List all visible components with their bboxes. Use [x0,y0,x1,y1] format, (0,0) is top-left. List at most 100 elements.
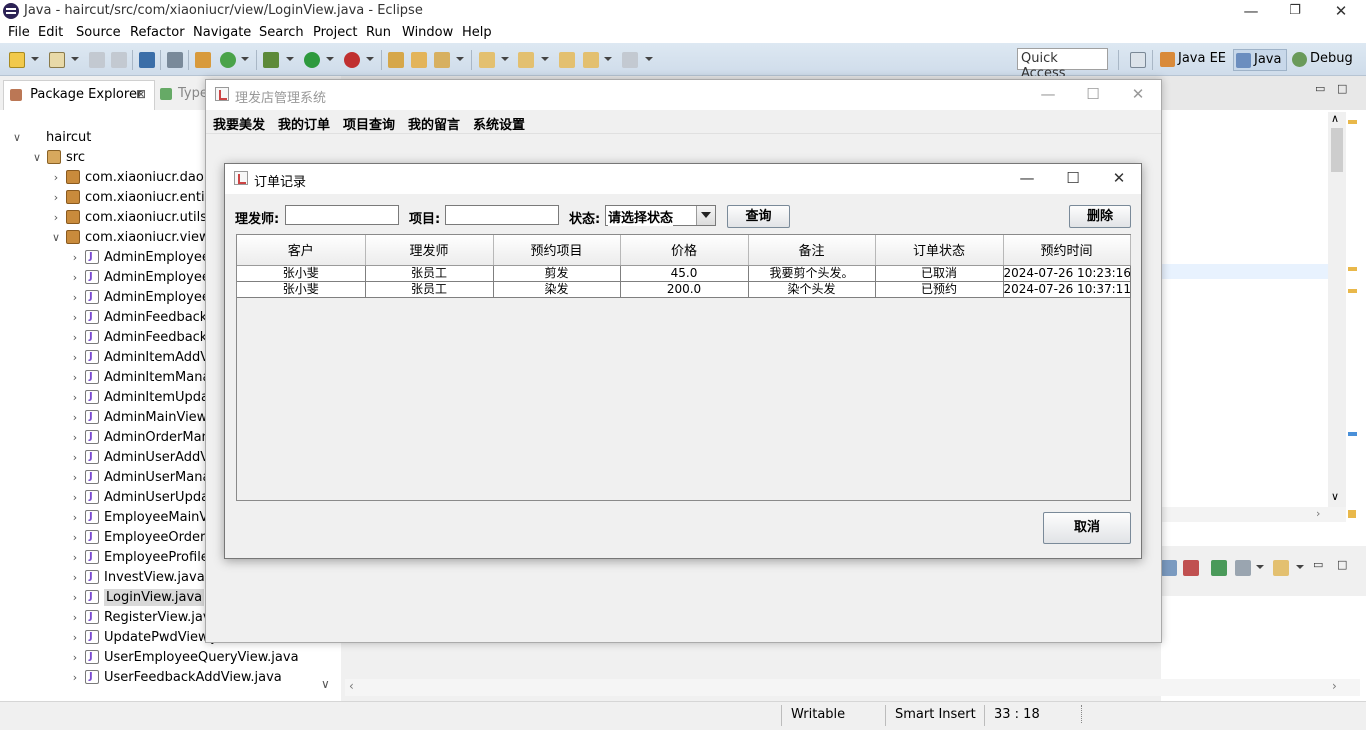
editor-scroll-thumb[interactable] [1331,128,1343,172]
status-select[interactable]: 请选择状态 [605,205,716,226]
dialog-close-button[interactable]: ✕ [1096,167,1142,190]
query-button[interactable]: 查询 [727,205,790,228]
minimize-button[interactable]: — [1228,0,1274,23]
collapsed-twisty-icon[interactable]: › [68,388,82,408]
new-project-dropdown-icon[interactable] [71,57,79,61]
collapsed-twisty-icon[interactable]: › [68,628,82,648]
save-all-icon[interactable] [111,52,127,68]
tree-item[interactable]: ∨ haircut [10,128,91,148]
refresh-dropdown-icon[interactable] [241,57,249,61]
collapsed-twisty-icon[interactable]: › [68,588,82,608]
cancel-button[interactable]: 取消 [1043,512,1131,544]
tree-item[interactable]: ∨ src [30,148,85,168]
menu-my-orders[interactable]: 我的订单 [278,114,330,133]
tree-item[interactable]: › UserEmployeeQueryView.java [68,647,299,668]
table-row[interactable]: 张小斐 张员工 染发 200.0 染个头发 已预约 2024-07-26 10:… [237,281,1131,298]
perspective-debug[interactable]: Debug [1290,49,1356,71]
display-console-dropdown-icon[interactable] [1256,565,1264,569]
tab-close-icon[interactable]: ⊠ [136,87,146,101]
cell-order-status[interactable]: 已取消 [875,265,1004,282]
warning-marker[interactable] [1348,289,1357,293]
editor-horizontal-scrollbar[interactable]: › [1161,507,1346,522]
expanded-twisty-icon[interactable]: ∨ [49,228,63,248]
tree-item[interactable]: › RegisterView.java [68,607,219,628]
barber-input[interactable] [285,205,399,225]
table-row[interactable]: 张小斐 张员工 剪发 45.0 我要剪个头发。 已取消 2024-07-26 1… [237,265,1131,282]
collapsed-twisty-icon[interactable]: › [68,308,82,328]
tree-item[interactable]: › EmployeeOrderM [68,527,217,548]
panel-maximize-icon[interactable]: □ [1337,558,1347,571]
open-type-icon[interactable] [388,52,404,68]
scroll-down-icon[interactable]: ∨ [321,677,330,691]
new-dropdown-icon[interactable] [31,57,39,61]
back-dropdown-icon[interactable] [604,57,612,61]
menu-navigate[interactable]: Navigate [193,25,251,40]
tree-item[interactable]: › AdminUserAddVi [68,447,213,468]
editor-maximize-icon[interactable]: □ [1337,82,1347,95]
scroll-right-icon[interactable]: › [1316,507,1320,520]
tree-item[interactable]: › AdminEmployeeU [68,287,220,308]
tab-type-hierarchy[interactable]: Type [160,86,208,101]
external-tools-icon[interactable] [344,52,360,68]
collapsed-twisty-icon[interactable]: › [68,428,82,448]
perspective-java-ee[interactable]: Java EE [1158,49,1230,71]
cell-price[interactable]: 45.0 [620,265,749,282]
column-header-appointment-time[interactable]: 预约时间 [1003,235,1131,266]
forward-icon[interactable] [622,52,638,68]
collapsed-twisty-icon[interactable]: › [68,248,82,268]
tree-item[interactable]: › AdminItemUpdat [68,387,214,408]
scroll-left-icon[interactable]: ‹ [349,679,354,693]
tab-package-explorer[interactable]: Package Explorer ⊠ [3,80,155,110]
scroll-down-icon[interactable]: ∨ [1331,490,1339,503]
tree-item[interactable]: › com.xiaoniucr.dao [49,168,204,188]
warning-marker[interactable] [1348,267,1357,271]
collapsed-twisty-icon[interactable]: › [68,548,82,568]
collapsed-twisty-icon[interactable]: › [68,368,82,388]
panel-minimize-icon[interactable]: ▭ [1313,558,1323,571]
collapsed-twisty-icon[interactable]: › [68,528,82,548]
column-header-item[interactable]: 预约项目 [493,235,621,266]
main-close-button[interactable]: ✕ [1115,83,1161,106]
debug-icon[interactable] [263,52,279,68]
panel-tool-icon[interactable] [1161,560,1177,576]
tree-item[interactable]: › AdminFeedbackM [68,307,219,328]
menu-source[interactable]: Source [76,25,121,40]
chevron-down-icon[interactable] [696,206,715,225]
collapsed-twisty-icon[interactable]: › [68,328,82,348]
column-header-customer[interactable]: 客户 [237,235,366,266]
menu-item-query[interactable]: 项目查询 [343,114,395,133]
menu-edit[interactable]: Edit [38,25,63,40]
refresh-icon[interactable] [220,52,236,68]
menu-run[interactable]: Run [366,25,391,40]
menu-refactor[interactable]: Refactor [130,25,185,40]
tree-item[interactable]: › AdminUserManag [68,467,219,488]
menu-get-haircut[interactable]: 我要美发 [213,114,265,133]
collapsed-twisty-icon[interactable]: › [68,568,82,588]
tree-item[interactable]: › AdminOrderMana [68,427,218,448]
cell-item[interactable]: 剪发 [493,265,621,282]
column-header-note[interactable]: 备注 [748,235,876,266]
prev-annotation-dropdown-icon[interactable] [541,57,549,61]
cell-note[interactable]: 我要剪个头发。 [748,265,876,282]
tree-item[interactable]: › com.xiaoniucr.entity [49,188,217,208]
close-button[interactable]: ✕ [1318,0,1364,23]
build-icon[interactable] [195,52,211,68]
tree-item[interactable]: › EmployeeProfileV [68,547,218,568]
prev-annotation-icon[interactable] [518,52,534,68]
search-dropdown-icon[interactable] [456,57,464,61]
cell-appointment-time[interactable]: 2024-07-26 10:37:11 [1003,281,1131,298]
tree-item[interactable]: › AdminEmployeeM [68,267,221,288]
external-tools-dropdown-icon[interactable] [366,57,374,61]
column-header-order-status[interactable]: 订单状态 [875,235,1004,266]
warning-marker[interactable] [1348,120,1357,124]
collapsed-twisty-icon[interactable]: › [68,668,82,688]
save-icon[interactable] [89,52,105,68]
cell-item[interactable]: 染发 [493,281,621,298]
tree-item[interactable]: ∨ com.xiaoniucr.view [49,228,210,248]
debug-dropdown-icon[interactable] [286,57,294,61]
search-tool-icon[interactable] [434,52,450,68]
collapsed-twisty-icon[interactable]: › [68,288,82,308]
run-icon[interactable] [304,52,320,68]
forward-dropdown-icon[interactable] [645,57,653,61]
dialog-minimize-button[interactable]: — [1004,167,1050,190]
